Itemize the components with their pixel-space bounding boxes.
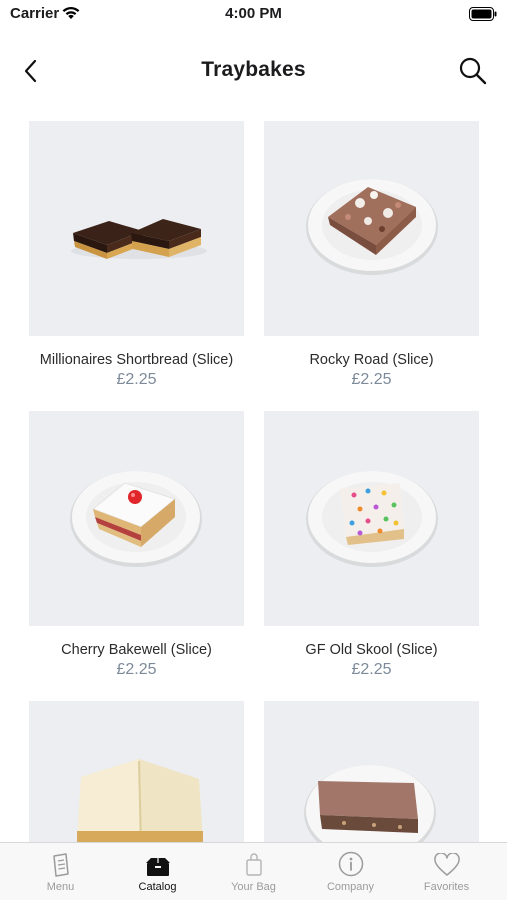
product-card[interactable] [264, 701, 479, 842]
status-bar: Carrier 4:00 PM [0, 0, 507, 30]
product-name: Cherry Bakewell (Slice) [61, 642, 212, 658]
tab-label: Your Bag [231, 881, 276, 893]
clock: 4:00 PM [225, 5, 282, 22]
page-title: Traybakes [201, 58, 306, 81]
heart-icon [433, 853, 460, 876]
product-grid: Millionaires Shortbread (Slice) £2.25 Ro… [0, 121, 507, 842]
bag-icon [245, 853, 262, 876]
tab-label: Catalog [138, 881, 177, 893]
product-card[interactable]: Rocky Road (Slice) £2.25 [264, 121, 479, 389]
product-card[interactable] [29, 701, 244, 842]
product-image [264, 701, 479, 842]
product-image [29, 121, 244, 336]
product-image [264, 411, 479, 626]
battery-icon [469, 7, 497, 26]
product-price: £2.25 [116, 661, 157, 678]
search-button[interactable] [457, 55, 489, 87]
product-price: £2.25 [116, 371, 157, 388]
catalog-icon [145, 858, 170, 876]
product-card[interactable]: Millionaires Shortbread (Slice) £2.25 [29, 121, 244, 389]
product-image [264, 121, 479, 336]
product-name: GF Old Skool (Slice) [305, 642, 438, 658]
tab-label: Favorites [423, 881, 470, 893]
tab-label: Menu [46, 881, 75, 893]
tab-label: Company [326, 881, 375, 893]
product-price: £2.25 [351, 661, 392, 678]
product-name: Rocky Road (Slice) [309, 352, 434, 368]
tab-favorites[interactable]: Favorites [396, 843, 497, 900]
product-card[interactable]: GF Old Skool (Slice) £2.25 [264, 411, 479, 679]
info-icon [338, 851, 363, 877]
navigation-bar: Traybakes [0, 48, 507, 94]
product-image [29, 411, 244, 626]
search-icon [459, 57, 487, 85]
tab-catalog[interactable]: Catalog [107, 843, 208, 900]
product-name: Millionaires Shortbread (Slice) [39, 352, 234, 368]
product-image [29, 701, 244, 842]
product-price: £2.25 [351, 371, 392, 388]
product-card[interactable]: Cherry Bakewell (Slice) £2.25 [29, 411, 244, 679]
tab-bar: Menu Catalog Your Bag Company Favorites [0, 842, 507, 900]
tab-your-bag[interactable]: Your Bag [203, 843, 304, 900]
menu-icon [52, 853, 69, 877]
tab-company[interactable]: Company [300, 843, 401, 900]
tab-menu[interactable]: Menu [10, 843, 111, 900]
